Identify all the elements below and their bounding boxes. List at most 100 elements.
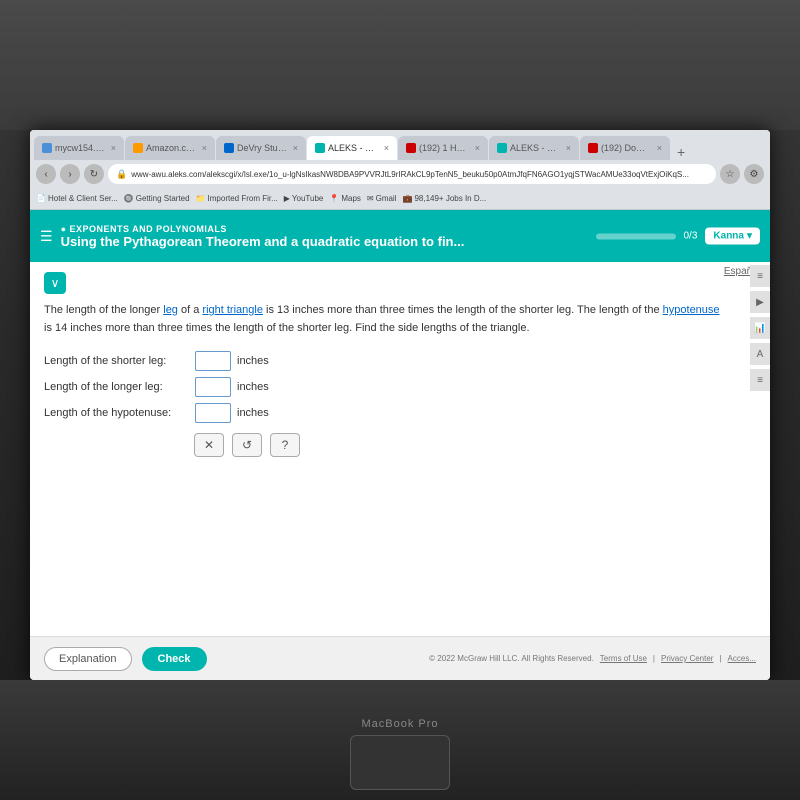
tab-close-icon[interactable]: × — [293, 143, 298, 153]
bookmark-youtube[interactable]: ▶ YouTube — [284, 194, 324, 203]
hypotenuse-input[interactable] — [195, 403, 231, 423]
tab-devry[interactable]: DeVry Student Portal × — [216, 136, 306, 160]
shorter-leg-unit: inches — [237, 353, 269, 370]
tab-close-icon[interactable]: × — [566, 143, 571, 153]
side-icons: ≡ ▶ 📊 A ≡ — [750, 265, 770, 391]
bookmark-getting-started[interactable]: 🔘 Getting Started — [124, 194, 190, 203]
section-text: EXPONENTS AND POLYNOMIALS — [70, 224, 227, 234]
tab-favicon — [588, 143, 598, 153]
tab-domain[interactable]: (192) Domain and R... × — [580, 136, 670, 160]
forward-button[interactable]: › — [60, 164, 80, 184]
shorter-leg-input[interactable] — [195, 351, 231, 371]
new-tab-button[interactable]: + — [671, 144, 691, 160]
side-icon-3[interactable]: 📊 — [750, 317, 770, 339]
bottom-bar: Explanation Check © 2022 McGraw Hill LLC… — [30, 636, 770, 680]
bookmark-hotel[interactable]: 📄 Hotel & Client Ser... — [36, 194, 118, 203]
tab-label: (192) 1 Hour of Dark... — [419, 143, 470, 153]
shorter-leg-label: Length of the shorter leg: — [44, 353, 189, 370]
tab-favicon — [497, 143, 507, 153]
trackpad[interactable] — [350, 735, 450, 790]
progress-text: 0/3 — [684, 231, 698, 242]
tab-close-icon[interactable]: × — [111, 143, 116, 153]
tab-favicon — [315, 143, 325, 153]
bookmark-label: Maps — [341, 194, 361, 203]
extensions-btn[interactable]: ⚙ — [744, 164, 764, 184]
tab-label: ALEKS - McGraw-Hi... — [328, 143, 379, 153]
kanna-label: Kanna — [713, 231, 744, 242]
bookmark-label: Imported From Fir... — [208, 194, 278, 203]
address-bar[interactable]: 🔒 www-awu.aleks.com/alekscgi/x/Isl.exe/1… — [108, 164, 716, 184]
tab-close-icon[interactable]: × — [384, 143, 389, 153]
right-triangle-link[interactable]: right triangle — [202, 304, 263, 316]
back-button[interactable]: ‹ — [36, 164, 56, 184]
bookmark-label: Getting Started — [136, 194, 190, 203]
bookmark-label: 98,149+ Jobs In D... — [414, 194, 486, 203]
tab-label: ALEKS - Kanna Woo... — [510, 143, 561, 153]
explanation-button[interactable]: Explanation — [44, 647, 132, 671]
longer-leg-group: Length of the longer leg: inches — [44, 377, 756, 397]
hypotenuse-label: Length of the hypotenuse: — [44, 405, 189, 422]
bookmark-gmail[interactable]: ✉ Gmail — [367, 194, 397, 203]
leg-link[interactable]: leg — [163, 304, 178, 316]
tab-label: mycw154.ecwcloud... — [55, 143, 106, 153]
bookmark-icon: ▶ — [284, 194, 290, 203]
tab-bar: mycw154.ecwcloud... × Amazon.com: Prime … — [30, 130, 770, 160]
bookmark-icon: 📄 — [36, 194, 46, 203]
clear-button[interactable]: ✕ — [194, 433, 224, 457]
expand-button[interactable]: ∨ — [44, 272, 66, 294]
longer-leg-unit: inches — [237, 379, 269, 396]
url-text: www-awu.aleks.com/alekscgi/x/Isl.exe/1o_… — [131, 170, 689, 179]
bookmark-icon: 📁 — [196, 194, 206, 203]
bookmark-maps[interactable]: 📍 Maps — [329, 194, 361, 203]
check-button[interactable]: Check — [142, 647, 207, 671]
side-icon-1[interactable]: ≡ — [750, 265, 770, 287]
tab-amazon[interactable]: Amazon.com: Prime × — [125, 136, 215, 160]
bookmark-jobs[interactable]: 💼 98,149+ Jobs In D... — [402, 194, 486, 203]
tab-aleks-active[interactable]: ALEKS - McGraw-Hi... × — [307, 136, 397, 160]
tab-mycw[interactable]: mycw154.ecwcloud... × — [34, 136, 124, 160]
tab-close-icon[interactable]: × — [202, 143, 207, 153]
problem-text: The length of the longer leg of a right … — [44, 302, 756, 337]
bookmark-icon: 💼 — [402, 194, 412, 203]
action-buttons: ✕ ↺ ? — [194, 433, 756, 457]
chevron-down-icon: ▾ — [747, 231, 752, 242]
bookmark-icon: ✉ — [367, 194, 374, 203]
hamburger-menu-icon[interactable]: ☰ — [40, 228, 53, 245]
copyright-text: © 2022 McGraw Hill LLC. All Rights Reser… — [429, 654, 594, 663]
kanna-user-button[interactable]: Kanna ▾ — [705, 228, 760, 245]
bookmark-label: Hotel & Client Ser... — [48, 194, 118, 203]
help-button[interactable]: ? — [270, 433, 300, 457]
macbook-label: MacBook Pro — [361, 718, 438, 730]
screen: mycw154.ecwcloud... × Amazon.com: Prime … — [30, 130, 770, 680]
side-icon-2[interactable]: ▶ — [750, 291, 770, 313]
bookmark-imported[interactable]: 📁 Imported From Fir... — [196, 194, 278, 203]
hypotenuse-unit: inches — [237, 405, 269, 422]
privacy-link[interactable]: Privacy Center — [661, 654, 713, 663]
shorter-leg-group: Length of the shorter leg: inches — [44, 351, 756, 371]
undo-button[interactable]: ↺ — [232, 433, 262, 457]
access-link[interactable]: Acces... — [728, 654, 756, 663]
section-label: ● EXPONENTS AND POLYNOMIALS — [61, 224, 465, 234]
tab-label: (192) Domain and R... — [601, 143, 652, 153]
tab-favicon — [133, 143, 143, 153]
side-icon-4[interactable]: A — [750, 343, 770, 365]
tab-close-icon[interactable]: × — [475, 143, 480, 153]
aleks-topbar: ☰ ● EXPONENTS AND POLYNOMIALS Using the … — [30, 210, 770, 262]
address-bar-row: ‹ › ↻ 🔒 www-awu.aleks.com/alekscgi/x/Isl… — [30, 160, 770, 188]
tab-dark[interactable]: (192) 1 Hour of Dark... × — [398, 136, 488, 160]
tab-close-icon[interactable]: × — [657, 143, 662, 153]
hypotenuse-link[interactable]: hypotenuse — [663, 304, 720, 316]
reload-button[interactable]: ↻ — [84, 164, 104, 184]
page-title: Using the Pythagorean Theorem and a quad… — [61, 234, 465, 249]
bookmark-star[interactable]: ☆ — [720, 164, 740, 184]
hypotenuse-group: Length of the hypotenuse: inches — [44, 403, 756, 423]
footer-links: © 2022 McGraw Hill LLC. All Rights Reser… — [429, 654, 756, 663]
bookmark-icon: 📍 — [329, 194, 339, 203]
terms-link[interactable]: Terms of Use — [600, 654, 647, 663]
tab-label: Amazon.com: Prime — [146, 143, 197, 153]
tab-aleks2[interactable]: ALEKS - Kanna Woo... × — [489, 136, 579, 160]
lock-icon: 🔒 — [116, 169, 127, 180]
bookmark-label: YouTube — [292, 194, 323, 203]
longer-leg-input[interactable] — [195, 377, 231, 397]
side-icon-5[interactable]: ≡ — [750, 369, 770, 391]
